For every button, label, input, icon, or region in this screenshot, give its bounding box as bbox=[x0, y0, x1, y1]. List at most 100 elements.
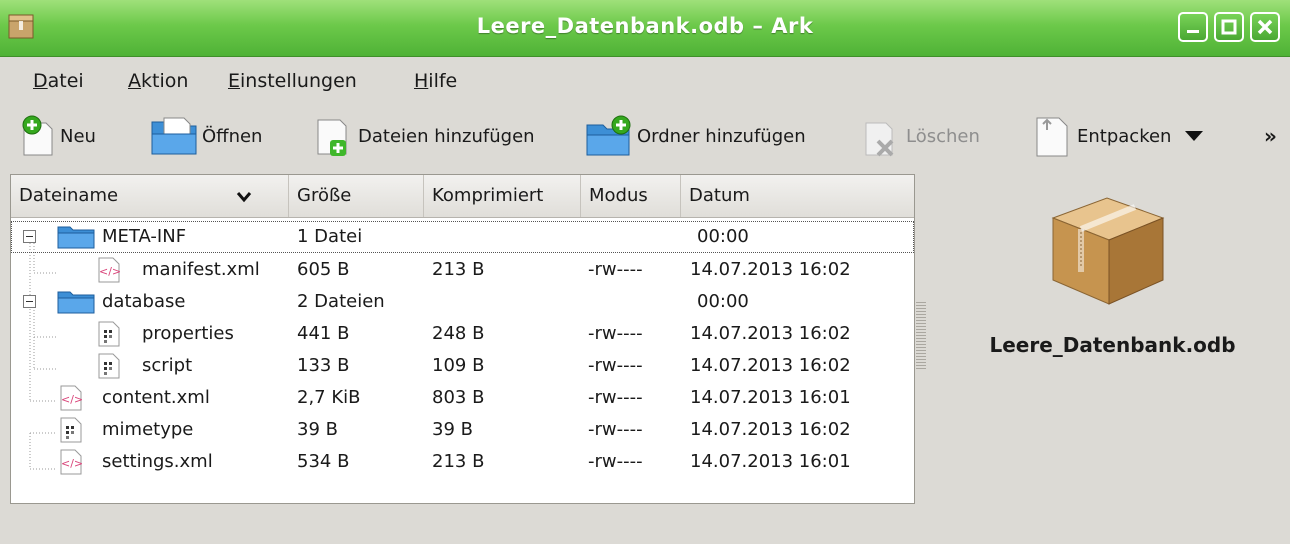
menu-datei[interactable]: Datei bbox=[33, 70, 84, 92]
column-mode-label: Modus bbox=[589, 185, 648, 206]
column-date-label: Datum bbox=[689, 185, 750, 206]
menu-aktion-mnemonic: A bbox=[128, 70, 141, 92]
svg-text:</>: </> bbox=[61, 457, 83, 470]
row-size: 2,7 KiB bbox=[297, 387, 361, 408]
menu-hilfe[interactable]: Hilfe bbox=[414, 70, 457, 92]
add-folder-label: Ordner hinzufügen bbox=[637, 125, 806, 147]
binary-file-icon bbox=[60, 417, 82, 443]
open-folder-icon bbox=[151, 117, 197, 155]
delete-icon bbox=[865, 122, 894, 157]
row-date: 14.07.2013 16:01 bbox=[690, 387, 851, 408]
row-mode: -rw---- bbox=[588, 451, 643, 472]
title-bar[interactable]: Leere_Datenbank.odb – Ark bbox=[0, 0, 1290, 57]
row-mode: -rw---- bbox=[588, 419, 643, 440]
row-size: 534 B bbox=[297, 451, 350, 472]
row-mode: -rw---- bbox=[588, 355, 643, 376]
tree-row-manifest[interactable]: </> manifest.xml 605 B 213 B -rw---- 14.… bbox=[11, 254, 914, 286]
menu-hilfe-mnemonic: H bbox=[414, 70, 429, 92]
toolbar-overflow-button[interactable]: » bbox=[1264, 112, 1277, 160]
row-name: database bbox=[102, 291, 186, 312]
column-header-compressed[interactable]: Komprimiert bbox=[424, 175, 581, 217]
menu-einstellungen-mnemonic: E bbox=[228, 70, 241, 92]
row-compressed: 39 B bbox=[432, 419, 473, 440]
new-button-label: Neu bbox=[60, 125, 96, 147]
overflow-chevron-icon: » bbox=[1264, 124, 1277, 148]
binary-file-icon bbox=[98, 353, 120, 379]
svg-text:</>: </> bbox=[99, 265, 121, 278]
tree-row-database[interactable]: database 2 Dateien 00:00 bbox=[11, 286, 914, 318]
row-name: META-INF bbox=[102, 226, 187, 247]
tree-row-script[interactable]: script 133 B 109 B -rw---- 14.07.2013 16… bbox=[11, 350, 914, 382]
row-date: 14.07.2013 16:01 bbox=[690, 451, 851, 472]
archive-box-icon bbox=[1051, 197, 1165, 305]
row-date: 00:00 bbox=[697, 226, 749, 247]
xml-file-icon: </> bbox=[60, 385, 83, 411]
tree-row-meta-inf[interactable]: META-INF 1 Datei 00:00 bbox=[11, 221, 914, 253]
row-compressed: 803 B bbox=[432, 387, 485, 408]
tree-row-settings[interactable]: </> settings.xml 534 B 213 B -rw---- 14.… bbox=[11, 446, 914, 478]
sort-chevron-down-icon[interactable] bbox=[236, 191, 252, 203]
menu-einstellungen-rest: instellungen bbox=[240, 70, 357, 92]
column-name-label: Dateiname bbox=[19, 185, 119, 206]
menu-aktion-rest: ktion bbox=[141, 70, 189, 92]
archive-file-tree[interactable]: Dateiname Größe Komprimiert Modus Datum … bbox=[10, 174, 915, 504]
collapse-icon[interactable] bbox=[23, 295, 37, 309]
column-header: Dateiname Größe Komprimiert Modus Datum bbox=[11, 175, 914, 218]
row-mode: -rw---- bbox=[588, 323, 643, 344]
minimize-button[interactable] bbox=[1178, 12, 1208, 42]
row-mode: -rw---- bbox=[588, 259, 643, 280]
add-files-button[interactable]: Dateien hinzufügen bbox=[314, 112, 535, 160]
row-date: 14.07.2013 16:02 bbox=[690, 419, 851, 440]
row-name: properties bbox=[142, 323, 234, 344]
add-files-label: Dateien hinzufügen bbox=[358, 125, 535, 147]
open-button[interactable]: Öffnen bbox=[150, 112, 262, 160]
close-button[interactable] bbox=[1250, 12, 1280, 42]
tree-row-mimetype[interactable]: mimetype 39 B 39 B -rw---- 14.07.2013 16… bbox=[11, 414, 914, 446]
binary-file-icon bbox=[98, 321, 120, 347]
delete-label: Löschen bbox=[906, 125, 980, 147]
svg-text:</>: </> bbox=[61, 393, 83, 406]
close-icon bbox=[1257, 19, 1273, 35]
row-name: content.xml bbox=[102, 387, 210, 408]
menu-einstellungen[interactable]: Einstellungen bbox=[228, 70, 357, 92]
tree-row-properties[interactable]: properties 441 B 248 B -rw---- 14.07.201… bbox=[11, 318, 914, 350]
new-archive-icon bbox=[22, 115, 53, 156]
add-folder-button[interactable]: Ordner hinzufügen bbox=[585, 112, 806, 160]
extract-icon bbox=[1036, 117, 1068, 157]
row-name: manifest.xml bbox=[142, 259, 260, 280]
preview-filename: Leere_Datenbank.odb bbox=[989, 333, 1236, 357]
row-date: 14.07.2013 16:02 bbox=[690, 259, 851, 280]
row-size: 1 Datei bbox=[297, 226, 363, 247]
column-header-mode[interactable]: Modus bbox=[581, 175, 681, 217]
row-name: settings.xml bbox=[102, 451, 213, 472]
extract-label: Entpacken bbox=[1077, 125, 1172, 147]
extract-button[interactable]: Entpacken bbox=[1033, 112, 1205, 160]
row-mode: -rw---- bbox=[588, 387, 643, 408]
tree-row-content[interactable]: </> content.xml 2,7 KiB 803 B -rw---- 14… bbox=[11, 382, 914, 414]
row-size: 2 Dateien bbox=[297, 291, 385, 312]
column-compressed-label: Komprimiert bbox=[432, 185, 544, 206]
row-size: 39 B bbox=[297, 419, 338, 440]
column-header-size[interactable]: Größe bbox=[289, 175, 424, 217]
delete-button[interactable]: Löschen bbox=[862, 112, 980, 160]
window-title: Leere_Datenbank.odb – Ark bbox=[476, 14, 814, 38]
add-files-icon bbox=[317, 119, 347, 156]
new-button[interactable]: Neu bbox=[20, 112, 96, 160]
menu-datei-mnemonic: D bbox=[33, 70, 48, 92]
panel-splitter-handle[interactable] bbox=[916, 300, 926, 370]
row-date: 14.07.2013 16:02 bbox=[690, 355, 851, 376]
extract-dropdown-icon[interactable] bbox=[1183, 129, 1205, 143]
folder-icon bbox=[57, 226, 95, 249]
row-compressed: 213 B bbox=[432, 451, 485, 472]
menu-aktion[interactable]: Aktion bbox=[128, 70, 188, 92]
column-header-date[interactable]: Datum bbox=[681, 175, 914, 217]
collapse-icon[interactable] bbox=[23, 230, 37, 244]
open-button-label: Öffnen bbox=[202, 125, 263, 147]
row-compressed: 248 B bbox=[432, 323, 485, 344]
maximize-button[interactable] bbox=[1214, 12, 1244, 42]
row-compressed: 109 B bbox=[432, 355, 485, 376]
row-name: script bbox=[142, 355, 193, 376]
row-size: 441 B bbox=[297, 323, 350, 344]
xml-file-icon: </> bbox=[98, 257, 121, 283]
row-name: mimetype bbox=[102, 419, 194, 440]
